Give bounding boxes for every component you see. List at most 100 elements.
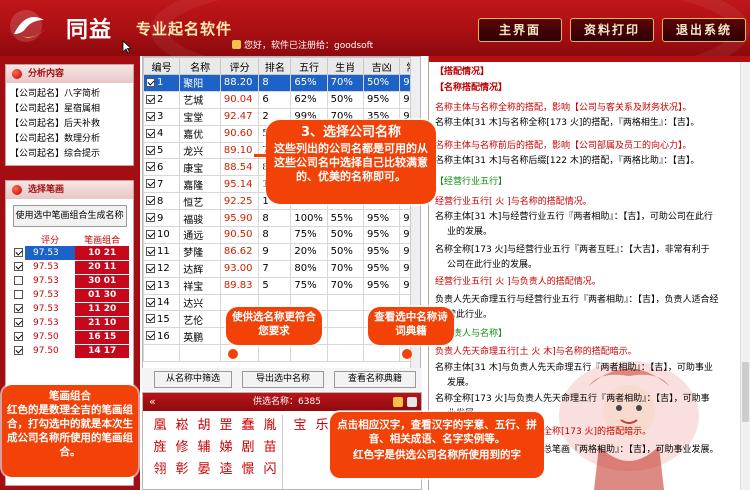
checkbox-icon[interactable] — [13, 276, 23, 285]
name-cell[interactable]: 祥宝 — [179, 276, 221, 295]
stroke-checkbox[interactable] — [11, 260, 25, 274]
character-cell[interactable]: 娣 — [215, 437, 237, 459]
checkbox-icon[interactable] — [13, 304, 23, 313]
name-cell[interactable]: 艺城 — [179, 90, 221, 109]
names-header-cell[interactable]: 生肖 — [326, 57, 364, 75]
stroke-row[interactable]: 97.50 14 17 — [11, 344, 129, 359]
checkbox-icon[interactable] — [146, 196, 155, 206]
stroke-row[interactable]: 97.53 01 30 — [11, 288, 129, 303]
name-cell[interactable]: 康宝 — [179, 158, 221, 177]
names-header-cell[interactable]: 吉凶 — [362, 57, 401, 75]
stroke-row[interactable]: 97.53 30 01 — [11, 274, 129, 289]
names-header-cell[interactable]: 排名 — [258, 57, 292, 75]
name-index-cell[interactable]: 7 — [143, 175, 181, 194]
character-cell[interactable]: 宝 — [289, 415, 311, 437]
name-index-cell[interactable]: 9 — [143, 209, 181, 228]
stroke-checkbox[interactable] — [11, 302, 25, 316]
character-cell[interactable]: 崧 — [171, 415, 193, 437]
character-cell[interactable]: 辅 — [193, 437, 215, 459]
name-row[interactable]: 12达辉93.00780%70%95%95% — [143, 259, 420, 278]
name-cell[interactable]: 英鹏 — [179, 327, 221, 346]
character-cell[interactable]: 憬 — [237, 459, 259, 481]
checkbox-icon[interactable] — [146, 111, 155, 121]
analysis-item-bazi[interactable]: 【公司起名】八字简析 — [6, 87, 133, 102]
character-cell[interactable]: 闪 — [259, 459, 281, 481]
analysis-item-xingxiu[interactable]: 【公司起名】星宿属相 — [6, 102, 133, 117]
name-cell[interactable]: 恒艺 — [179, 192, 221, 211]
character-cell[interactable]: 剧 — [237, 437, 259, 459]
character-cell[interactable]: 胤 — [259, 415, 281, 437]
checkbox-icon[interactable] — [146, 94, 155, 104]
stroke-checkbox[interactable] — [11, 274, 25, 288]
name-index-cell[interactable]: 3 — [143, 107, 181, 126]
character-cell[interactable]: 旌 — [149, 437, 171, 459]
checkbox-icon[interactable] — [146, 213, 155, 223]
checkbox-icon[interactable] — [146, 128, 155, 138]
nav-exit-button[interactable]: 退出系统 — [662, 18, 746, 42]
checkbox-icon[interactable] — [146, 145, 155, 155]
info-scroll-thumb[interactable] — [742, 362, 749, 422]
name-row[interactable]: 2艺城90.04662%50%95%98% — [143, 90, 420, 109]
name-cell[interactable]: 通远 — [179, 226, 221, 244]
name-index-cell[interactable] — [143, 344, 181, 363]
name-index-cell[interactable]: 16 — [143, 327, 181, 346]
double-chevron-icon[interactable]: « — [149, 393, 156, 411]
checkbox-icon[interactable] — [146, 297, 155, 307]
name-cell[interactable]: 艺伦 — [179, 310, 221, 329]
checkbox-icon[interactable] — [146, 162, 155, 172]
checkbox-icon[interactable] — [13, 290, 23, 299]
name-index-cell[interactable]: 6 — [143, 158, 181, 177]
stroke-row[interactable]: 97.53 10 21 — [11, 246, 129, 261]
name-cell[interactable]: 聚阳 — [179, 74, 221, 92]
name-cell[interactable]: 嘉隆 — [179, 175, 221, 194]
filter-names-button[interactable]: 从名称中筛选 — [154, 371, 232, 388]
checkbox-icon[interactable] — [146, 314, 155, 324]
name-cell[interactable]: 宝堂 — [179, 107, 221, 126]
name-cell[interactable]: 达辉 — [179, 259, 221, 278]
name-index-cell[interactable]: 8 — [143, 192, 181, 211]
generate-names-button[interactable]: 使用选中笔画组合生成名称 — [12, 205, 127, 227]
character-cell[interactable]: 彰 — [171, 459, 193, 481]
name-cell[interactable]: 达兴 — [179, 293, 221, 312]
view-classics-button[interactable]: 查看名称典籍 — [334, 371, 416, 388]
name-index-cell[interactable]: 4 — [143, 124, 181, 143]
checkbox-icon[interactable] — [146, 263, 155, 273]
character-cell[interactable]: 罡 — [215, 415, 237, 437]
nav-main-button[interactable]: 主界面 — [478, 18, 562, 42]
checkbox-icon[interactable] — [13, 332, 23, 341]
name-row[interactable]: 1聚阳88.20865%70%50%97% — [143, 74, 420, 92]
dropdown-icon[interactable] — [407, 397, 417, 407]
name-cell[interactable]: 嘉优 — [179, 124, 221, 143]
checkbox-icon[interactable] — [146, 246, 155, 256]
checkbox-icon[interactable] — [146, 280, 155, 290]
stroke-checkbox[interactable] — [11, 330, 25, 344]
name-index-cell[interactable]: 1 — [143, 74, 181, 92]
names-header-cell[interactable]: 名称 — [179, 57, 221, 75]
name-row[interactable]: 9福骏95.908100%55%95%95% — [143, 209, 420, 228]
name-cell[interactable]: 梦隆 — [179, 242, 221, 261]
name-row[interactable]: 11梦隆86.62920%50%95%98% — [143, 242, 420, 261]
character-cell[interactable]: 凰 — [149, 415, 171, 437]
checkbox-icon[interactable] — [13, 262, 23, 271]
checkbox-icon[interactable] — [13, 346, 23, 355]
checkbox-icon[interactable] — [13, 248, 23, 257]
export-names-button[interactable]: 导出选中名称 — [242, 371, 324, 388]
name-index-cell[interactable]: 2 — [143, 90, 181, 109]
checkbox-icon[interactable] — [146, 331, 155, 341]
name-index-cell[interactable]: 11 — [143, 242, 181, 261]
analysis-item-shuli[interactable]: 【公司起名】数理分析 — [6, 132, 133, 147]
stroke-row[interactable]: 97.53 21 10 — [11, 316, 129, 331]
nav-print-button[interactable]: 资料打印 — [570, 18, 654, 42]
checkbox-icon[interactable] — [13, 318, 23, 327]
name-cell[interactable]: 福骏 — [179, 209, 221, 228]
analysis-item-buju[interactable]: 【公司起名】后天补救 — [6, 117, 133, 132]
character-cell[interactable]: 苗 — [259, 437, 281, 459]
name-index-cell[interactable]: 12 — [143, 259, 181, 278]
name-row[interactable]: 13祥宝89.83575%70%95%98% — [143, 276, 420, 295]
character-cell[interactable]: 修 — [171, 437, 193, 459]
stroke-row[interactable]: 97.53 11 20 — [11, 302, 129, 317]
character-cell[interactable]: 翎 — [149, 459, 171, 481]
name-index-cell[interactable]: 13 — [143, 276, 181, 295]
checkbox-icon[interactable] — [146, 229, 155, 239]
name-row[interactable]: 10通远90.50875%50%95%95% — [143, 226, 420, 244]
